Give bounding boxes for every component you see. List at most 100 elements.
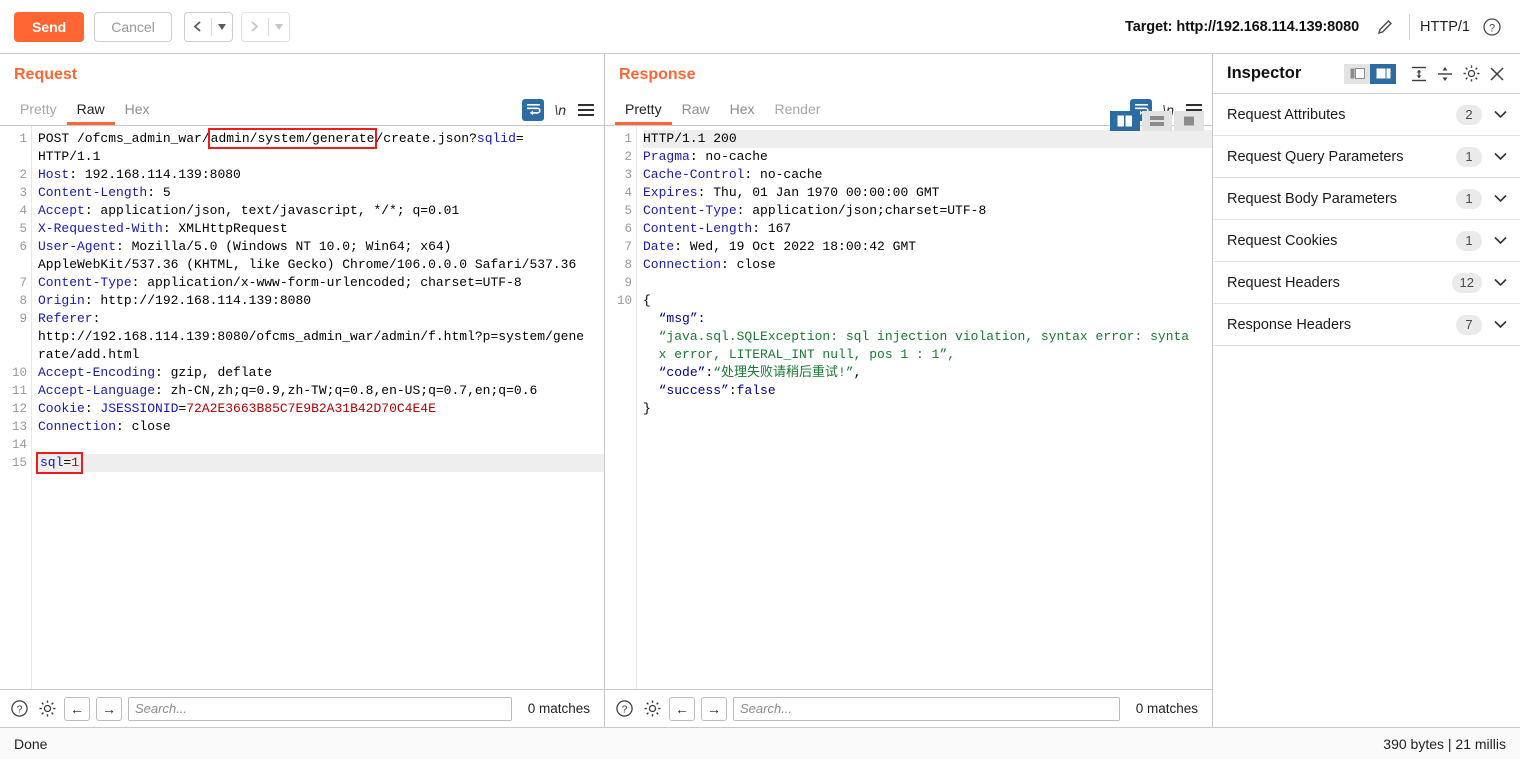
expand-all-icon[interactable] [1406,61,1432,87]
inspector-section-response-headers[interactable]: Response Headers 7 [1213,304,1520,346]
code-line: http://192.168.114.139:8080/ofcms_admin_… [38,329,585,344]
code-line: } [643,401,651,416]
line-number: 5 [624,204,632,218]
tab-response-pretty[interactable]: Pretty [615,94,672,125]
tab-request-hex[interactable]: Hex [115,94,160,125]
search-next-button[interactable]: → [701,696,727,721]
question-circle-icon[interactable]: ? [1478,13,1506,41]
search-prev-button[interactable]: ← [669,696,695,721]
line-number [605,382,632,400]
line-number: 9 [624,276,632,290]
inspector-sections: Request Attributes 2 Request Query Paramet… [1213,94,1520,346]
request-editor[interactable]: 1 2 3 4 5 6 7 8 9 10 11 12 13 14 15 POST /ofcms_admin_… [0,126,604,689]
inspector-section-label: Request Body Parameters [1227,190,1398,207]
inspector-section-count: 1 [1456,146,1482,167]
line-number [605,400,632,418]
side-by-side-layout-icon[interactable] [1110,111,1140,131]
target-label: Target: http://192.168.114.139:8080 [1125,19,1360,35]
code-line: Content-Length: 5 [38,185,171,200]
code-line: HTTP/1.1 [38,149,101,164]
chevron-down-icon[interactable] [1492,107,1508,122]
code-line: Accept-Language: zh-CN,zh;q=0.9,zh-TW;q=… [38,383,538,398]
chevron-down-icon[interactable] [1492,275,1508,290]
newline-toggle-icon[interactable]: \n [554,102,566,118]
hamburger-menu-icon[interactable] [576,102,596,118]
status-bar: Done 390 bytes | 21 millis [0,727,1520,759]
gear-icon[interactable] [641,698,663,720]
line-number [0,328,27,346]
chevron-right-glyph [251,21,259,32]
tab-request-pretty[interactable]: Pretty [10,94,67,125]
close-icon[interactable] [1484,61,1510,87]
inspector-section-count: 12 [1451,272,1482,293]
send-button[interactable]: Send [14,11,85,42]
line-number: 9 [19,312,27,326]
question-circle-icon[interactable]: ? [613,698,635,720]
inspector-section-count: 7 [1456,314,1482,335]
chevron-down-icon[interactable] [1492,149,1508,164]
line-number: 5 [19,222,27,236]
request-raw-text[interactable]: POST /ofcms_admin_war/admin/system/gener… [32,126,604,689]
inspector-title: Inspector [1227,64,1302,82]
previous-request-button[interactable] [183,11,233,42]
line-number: 1 [624,132,632,146]
request-panel: Request Pretty Raw Hex \n 1 2 3 4 5 6 7 … [0,54,605,727]
inspector-section-request-body-parameters[interactable]: Request Body Parameters 1 [1213,178,1520,220]
line-number [0,256,27,274]
response-stats: 390 bytes | 21 millis [1383,735,1506,752]
inspector-collapse-icon[interactable] [1344,63,1370,84]
tab-response-raw[interactable]: Raw [672,94,720,125]
line-number: 13 [11,420,27,434]
code-line: “code”:“处理失败请稍后重试!”, [643,365,862,380]
tab-request-raw[interactable]: Raw [66,94,115,125]
response-editor[interactable]: 1 2 3 4 5 6 7 8 9 10 HTTP/1.1 200 Pragma: no-cache… [605,126,1212,689]
request-search-input[interactable] [128,696,512,721]
line-number: 12 [11,402,27,416]
code-line: “msg”: [643,311,706,326]
chevron-down-icon[interactable] [269,13,289,41]
code-line: HTTP/1.1 200 [643,130,1212,148]
code-line: X-Requested-With: XMLHttpRequest [38,221,288,236]
single-pane-layout-icon[interactable] [1174,111,1204,131]
next-request-button[interactable] [240,11,290,42]
code-line: “java.sql.SQLException: sql injection vi… [643,329,1190,344]
inspector-section-count: 1 [1456,188,1482,209]
svg-text:?: ? [16,705,22,716]
code-line: Connection: close [643,257,776,272]
collapse-all-icon[interactable] [1432,61,1458,87]
chevron-down-icon[interactable] [212,13,232,41]
chevron-down-icon[interactable] [1492,233,1508,248]
request-editor-tools: \n [522,94,596,125]
response-search-bar: ? ← → 0 matches [605,689,1212,727]
inspector-expand-icon[interactable] [1370,63,1396,84]
inspector-section-request-query-parameters[interactable]: Request Query Parameters 1 [1213,136,1520,178]
cancel-button[interactable]: Cancel [94,11,172,42]
gear-icon[interactable] [36,698,58,720]
line-number: 10 [11,366,27,380]
search-next-button[interactable]: → [96,696,122,721]
word-wrap-icon[interactable] [522,98,545,121]
pencil-icon[interactable] [1371,13,1399,41]
inspector-section-request-headers[interactable]: Request Headers 12 [1213,262,1520,304]
tab-response-render[interactable]: Render [765,94,831,125]
http-version-label[interactable]: HTTP/1 [1420,19,1470,35]
line-number: 7 [624,240,632,254]
tab-response-hex[interactable]: Hex [720,94,765,125]
response-pretty-text[interactable]: HTTP/1.1 200 Pragma: no-cache Cache-Contro… [637,126,1212,689]
question-circle-icon[interactable]: ? [8,698,30,720]
code-line: x error, LITERAL_INT null, pos 1 : 1”, [643,347,956,362]
inspector-section-request-cookies[interactable]: Request Cookies 1 [1213,220,1520,262]
search-prev-button[interactable]: ← [64,696,90,721]
stacked-layout-icon[interactable] [1142,111,1172,131]
response-search-input[interactable] [733,696,1120,721]
line-number: 3 [19,186,27,200]
chevron-down-icon[interactable] [1492,317,1508,332]
chevron-left-icon[interactable] [185,13,211,41]
response-line-numbers: 1 2 3 4 5 6 7 8 9 10 [605,126,637,689]
chevron-right-icon[interactable] [242,13,268,41]
code-line: Content-Length: 167 [643,221,792,236]
gear-icon[interactable] [1458,61,1484,87]
inspector-section-request-attributes[interactable]: Request Attributes 2 [1213,94,1520,136]
line-number: 1 [19,132,27,146]
chevron-down-icon[interactable] [1492,191,1508,206]
